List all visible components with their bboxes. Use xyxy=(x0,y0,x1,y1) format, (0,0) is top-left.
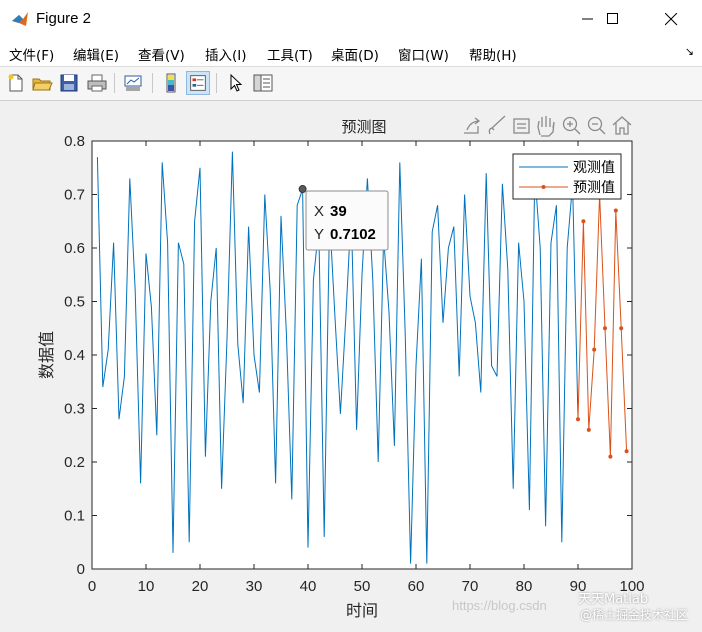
predicted-point[interactable] xyxy=(576,417,580,422)
figure-toolbar xyxy=(0,67,702,101)
y-tick-label: 0 xyxy=(77,561,85,578)
datatip-marker[interactable] xyxy=(298,185,307,194)
menu-edit[interactable]: 编辑(E) xyxy=(73,44,119,64)
print-icon[interactable] xyxy=(86,72,108,94)
y-tick-label: 0.7 xyxy=(64,187,85,204)
legend-label-observed: 观测值 xyxy=(573,159,615,175)
y-axis-label: 数据值 xyxy=(38,331,56,379)
maximize-button[interactable] xyxy=(590,0,636,38)
y-tick-label: 0.3 xyxy=(64,401,85,418)
watermark-brand: 天天Matlab xyxy=(578,592,649,607)
toolbar-separator xyxy=(114,73,115,93)
datatip-icon[interactable] xyxy=(513,118,530,134)
datatip-y-label: Y xyxy=(314,226,324,243)
pointer-icon[interactable] xyxy=(225,72,247,94)
y-tick-label: 0.2 xyxy=(64,454,85,471)
colorbar-icon[interactable] xyxy=(160,72,182,94)
menu-tools[interactable]: 工具(T) xyxy=(267,44,313,64)
legend-marker-predicted xyxy=(541,185,546,189)
axes-toolbar xyxy=(464,115,632,137)
figure-canvas: 0 0.1 0.2 0.3 0.4 0.5 0.6 0.7 0.8 0 10 20 30 40 50 60 7… xyxy=(0,101,702,628)
predicted-point[interactable] xyxy=(581,219,586,224)
menu-window[interactable]: 窗口(W) xyxy=(398,44,449,64)
matlab-logo-icon xyxy=(12,12,28,26)
predicted-point[interactable] xyxy=(613,208,618,213)
export-icon[interactable] xyxy=(464,117,481,134)
x-tick-label: 0 xyxy=(88,578,96,595)
x-tick-label: 40 xyxy=(300,578,317,595)
open-file-icon[interactable] xyxy=(31,72,53,94)
zoom-in-icon[interactable] xyxy=(562,116,581,135)
y-tick-label: 0.4 xyxy=(64,347,85,364)
x-axis-label: 时间 xyxy=(346,602,378,620)
predicted-point[interactable] xyxy=(619,326,624,331)
menu-file[interactable]: 文件(F) xyxy=(9,44,54,64)
menu-help[interactable]: 帮助(H) xyxy=(469,44,517,64)
predicted-point[interactable] xyxy=(592,347,597,352)
y-tick-label: 0.6 xyxy=(64,240,85,257)
toolbar-separator xyxy=(152,73,153,93)
chart-title: 预测图 xyxy=(341,119,386,136)
window-titlebar: Figure 2 xyxy=(0,0,702,39)
menu-view[interactable]: 查看(V) xyxy=(138,44,185,64)
dock-arrow-icon[interactable]: ↘ xyxy=(685,45,694,58)
menu-desktop[interactable]: 桌面(D) xyxy=(331,44,379,64)
x-tick-label: 80 xyxy=(516,578,533,595)
x-tick-label: 20 xyxy=(192,578,209,595)
watermark-url: https://blog.csdn xyxy=(452,598,547,613)
save-icon[interactable] xyxy=(58,72,80,94)
brush-icon[interactable] xyxy=(488,115,506,135)
predicted-point[interactable] xyxy=(603,326,607,331)
close-icon xyxy=(664,12,677,25)
watermark-brand-sub: @稀土掘金技术社区 xyxy=(580,608,689,622)
toolbar-separator xyxy=(216,73,217,93)
property-editor-icon[interactable] xyxy=(252,72,274,94)
predicted-point[interactable] xyxy=(608,454,613,459)
x-tick-label: 10 xyxy=(138,578,155,595)
datatip[interactable]: X 39 Y 0.7102 xyxy=(298,185,389,251)
legend[interactable]: 观测值 预测值 xyxy=(512,153,622,200)
menu-bar: 文件(F) 编辑(E) 查看(V) 插入(I) 工具(T) 桌面(D) 窗口(W… xyxy=(0,38,702,67)
close-button[interactable] xyxy=(648,0,694,38)
x-tick-label: 50 xyxy=(354,578,371,595)
menu-insert[interactable]: 插入(I) xyxy=(205,44,247,64)
zoom-out-icon[interactable] xyxy=(587,116,606,135)
maximize-icon xyxy=(607,13,618,24)
y-tick-label: 0.8 xyxy=(64,133,85,150)
y-tick-label: 0.1 xyxy=(64,508,85,525)
home-icon[interactable] xyxy=(612,116,632,135)
legend-icon[interactable] xyxy=(186,71,210,95)
predicted-point[interactable] xyxy=(586,427,591,432)
datatip-x-label: X xyxy=(314,203,324,220)
y-tick-label: 0.5 xyxy=(64,294,85,311)
link-plot-icon[interactable] xyxy=(122,72,144,94)
chart[interactable]: 0 0.1 0.2 0.3 0.4 0.5 0.6 0.7 0.8 0 10 20 30 40 50 60 7… xyxy=(0,101,702,628)
legend-label-predicted: 预测值 xyxy=(573,179,615,195)
x-tick-label: 30 xyxy=(246,578,263,595)
x-tick-label: 60 xyxy=(408,578,425,595)
window-title: Figure 2 xyxy=(36,10,92,27)
new-figure-icon[interactable] xyxy=(5,72,27,94)
datatip-y-value: 0.7102 xyxy=(330,226,376,243)
x-tick-label: 70 xyxy=(462,578,479,595)
predicted-point[interactable] xyxy=(624,449,629,454)
datatip-x-value: 39 xyxy=(330,203,347,220)
pan-icon[interactable] xyxy=(537,116,555,137)
